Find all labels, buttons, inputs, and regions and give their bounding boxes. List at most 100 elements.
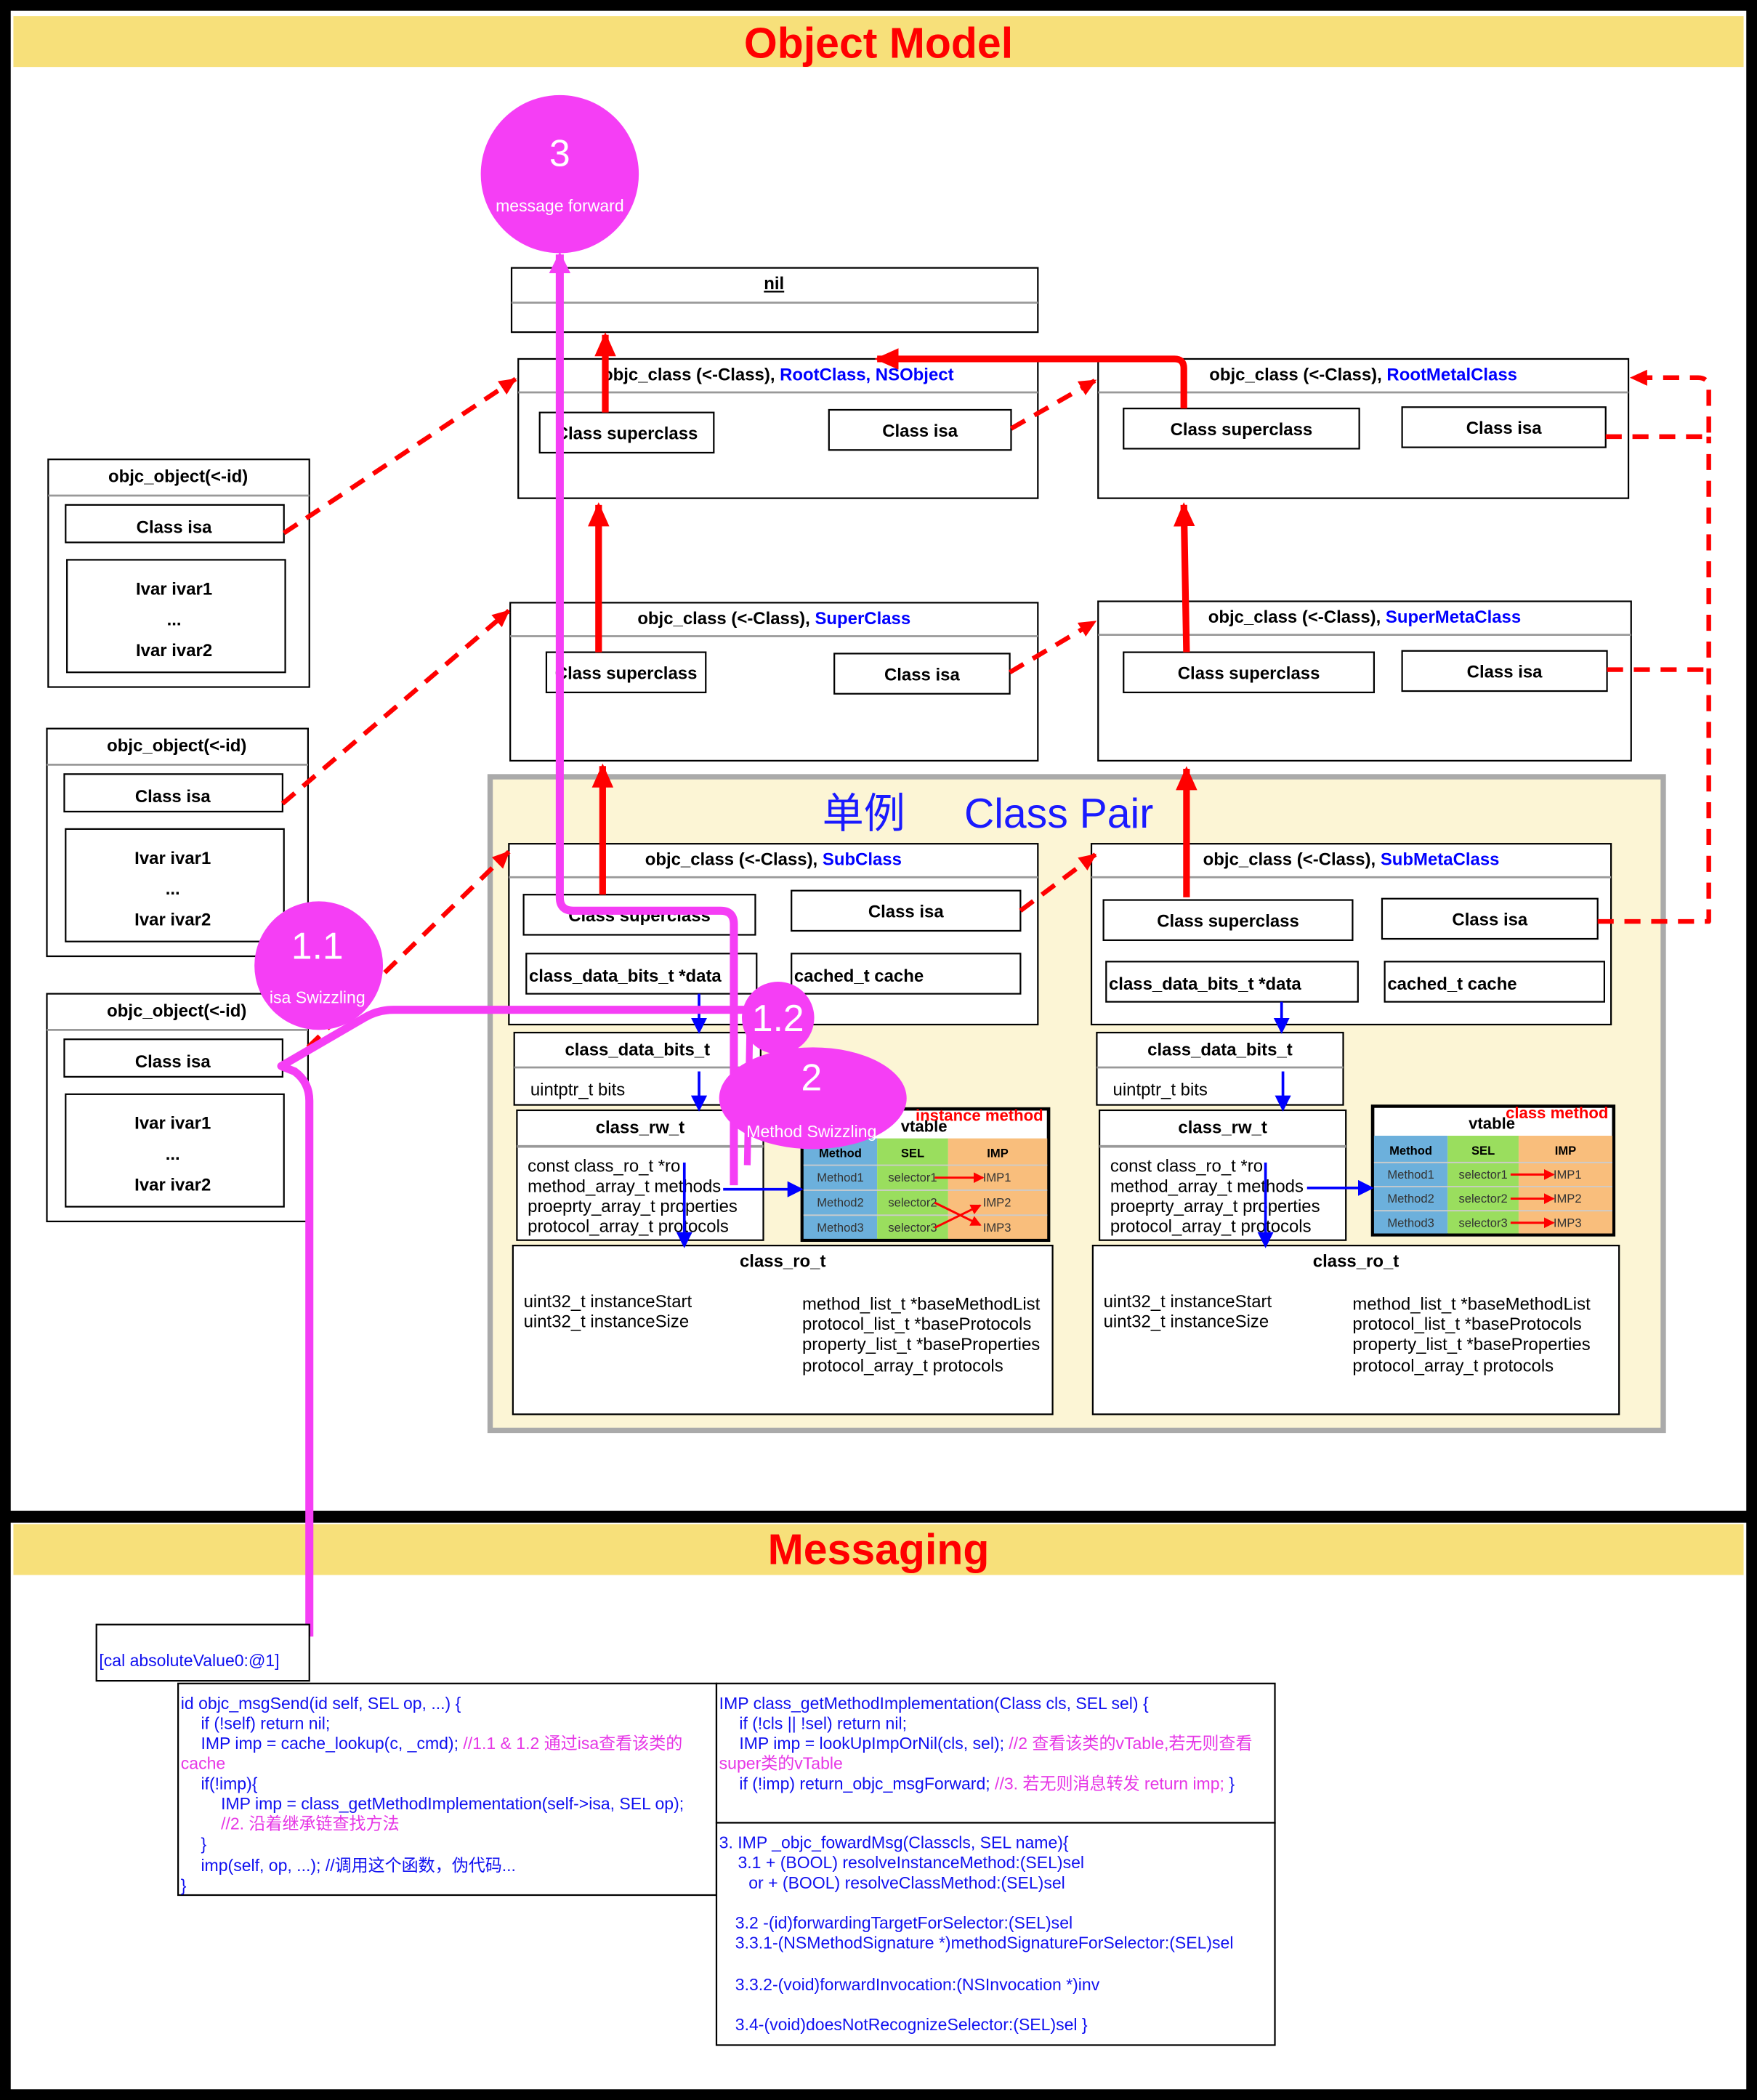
code-line: 3.3.1-(NSMethodSignature *)methodSignatu…: [735, 1934, 1234, 1952]
class-name: RootClass, NSObject: [780, 365, 953, 384]
ro-field: uint32_t instanceStart: [524, 1292, 692, 1312]
class-name: RootMetalClass: [1386, 365, 1517, 384]
ro-field: property_list_t *baseProperties: [1352, 1335, 1590, 1354]
class-isa-label: Class isa: [1452, 910, 1527, 930]
rw-field: protocol_array_t protocols: [528, 1217, 729, 1237]
vtable-cell: selector3: [1458, 1216, 1507, 1229]
nil-title: nil: [764, 274, 784, 294]
rw-field: method_array_t methods: [528, 1176, 721, 1196]
ivar-label: Ivar ivar1: [134, 849, 211, 868]
objc-object-title: objc_object(<-id): [108, 467, 248, 487]
class-superclass-label: Class superclass: [556, 424, 698, 444]
code-line: 3.3.2-(void)forwardInvocation:(NSInvocat…: [735, 1975, 1100, 1994]
code-line: if (!cls || !sel) return nil;: [739, 1713, 907, 1732]
code-comment: super类的vTable: [719, 1754, 843, 1773]
code-comment: //3. 若无则消息转发 return imp;: [995, 1774, 1224, 1793]
class-isa-label: Class isa: [868, 902, 944, 922]
code-line: if(!imp){: [201, 1774, 257, 1793]
code-line: }: [181, 1875, 187, 1894]
code-text: id objc_msgSend(id self, SEL op, ...) {: [181, 1694, 461, 1713]
superclass-arrow: [1173, 502, 1195, 653]
code-text: 3.4-(void)doesNotRecognizeSelector:(SEL)…: [735, 2015, 1088, 2034]
code-line: IMP imp = class_getMethodImplementation(…: [221, 1794, 684, 1813]
class-isa-label: Class isa: [137, 518, 212, 538]
vtable-cell: Method3: [1387, 1216, 1434, 1229]
class-cache-label: cached_t cache: [1387, 974, 1516, 994]
class-header-prefix: objc_class (<-Class),: [602, 365, 780, 384]
class-cache-label: cached_t cache: [794, 966, 924, 986]
vtable-cell: Method1: [1387, 1168, 1434, 1182]
class-header-prefix: objc_class (<-Class),: [1208, 607, 1386, 627]
code-text: IMP imp = cache_lookup(c, _cmd);: [201, 1734, 463, 1753]
class-isa-label: Class isa: [1466, 419, 1542, 438]
rw-field: const class_ro_t *ro: [1110, 1157, 1263, 1176]
code-comment: //2. 沿着继承链查找方法: [221, 1814, 400, 1833]
code-text: IMP imp = class_getMethodImplementation(…: [221, 1794, 684, 1813]
messaging-title: Messaging: [768, 1527, 990, 1574]
class-isa-label: Class isa: [882, 421, 958, 441]
ro-field: protocol_list_t *baseProtocols: [802, 1314, 1031, 1334]
code-text: if(!imp){: [201, 1774, 257, 1793]
vtable-column-header: IMP: [1555, 1144, 1576, 1158]
code-line: super类的vTable: [719, 1754, 843, 1773]
ivar-label: Ivar ivar2: [134, 910, 211, 930]
class-isa-label: Class isa: [135, 787, 211, 807]
vtable-cell: Method2: [817, 1196, 864, 1210]
vtable-cell: IMP2: [983, 1196, 1011, 1210]
vtable-cell: selector3: [888, 1221, 937, 1235]
rw-field: proeprty_array_t properties: [528, 1197, 738, 1216]
ro-field: method_list_t *baseMethodList: [802, 1295, 1041, 1314]
code-text: IMP imp = lookUpImpOrNil(cls, sel);: [739, 1734, 1009, 1753]
class-header-prefix: objc_class (<-Class),: [1203, 850, 1381, 870]
class-name: SuperClass: [815, 609, 910, 629]
class-name: SuperMetaClass: [1386, 607, 1521, 627]
class-header-prefix: objc_class (<-Class),: [637, 609, 815, 629]
ro-field: uint32_t instanceStart: [1104, 1292, 1272, 1312]
vtable-cell: IMP1: [1554, 1168, 1582, 1182]
data-bits-title: class_data_bits_t: [1147, 1040, 1293, 1059]
objc-object-title: objc_object(<-id): [107, 736, 246, 756]
rw-title: class_rw_t: [1178, 1118, 1267, 1137]
code-text: 3.1 + (BOOL) resolveInstanceMethod:(SEL)…: [738, 1853, 1084, 1872]
code-line: 3. IMP _objc_fowardMsg(Classcls, SEL nam…: [719, 1833, 1069, 1851]
class-data-label: class_data_bits_t *data: [1109, 974, 1301, 994]
code-comment: //1.1 & 1.2 通过isa查看该类的: [463, 1734, 682, 1753]
class-name: SubMetaClass: [1381, 850, 1500, 870]
data-bits-field: uintptr_t bits: [530, 1081, 625, 1100]
class-superclass-label: Class superclass: [1157, 911, 1299, 931]
class-isa-label: Class isa: [884, 665, 960, 684]
rw-field: protocol_array_t protocols: [1110, 1217, 1312, 1237]
vtable-column-header: SEL: [901, 1146, 924, 1160]
circle-number: 1.1: [291, 925, 344, 967]
code-line: or + (BOOL) resolveClassMethod:(SEL)sel: [748, 1873, 1065, 1892]
vtable-cell: selector2: [1458, 1192, 1507, 1206]
code-text: if (!self) return nil;: [201, 1713, 330, 1732]
class-pair-label: Class Pair: [964, 791, 1153, 837]
class-name: SubClass: [823, 850, 902, 870]
class-header-prefix: objc_class (<-Class),: [1209, 365, 1386, 384]
code-text: 3. IMP _objc_fowardMsg(Classcls, SEL nam…: [719, 1833, 1069, 1851]
vtable-column-header: IMP: [987, 1146, 1008, 1160]
code-line: IMP imp = cache_lookup(c, _cmd); //1.1 &…: [201, 1734, 682, 1753]
ivar-label: ...: [167, 610, 182, 630]
object-model-diagram: Object Model Messaging 单例 Class Pair nil objc…: [10, 10, 1747, 2090]
class-header-prefix: objc_class (<-Class),: [645, 850, 823, 870]
class-isa-label: Class isa: [1467, 663, 1543, 682]
class-isa-label: Class isa: [135, 1052, 211, 1072]
class-header: objc_class (<-Class), RootClass, NSObjec…: [602, 365, 954, 384]
code-line: IMP class_getMethodImplementation(Class …: [719, 1694, 1149, 1713]
code-text: 3.3.2-(void)forwardInvocation:(NSInvocat…: [735, 1975, 1100, 1994]
class-data-label: class_data_bits_t *data: [529, 966, 722, 986]
code-line: if (!imp) return_objc_msgForward; //3. 若…: [739, 1774, 1235, 1793]
ro-field: property_list_t *baseProperties: [802, 1335, 1040, 1354]
data-bits-title: class_data_bits_t: [565, 1040, 710, 1059]
object-model-title: Object Model: [744, 20, 1013, 67]
class-superclass-label: Class superclass: [1171, 420, 1313, 440]
code-text: 3.2 -(id)forwardingTargetForSelector:(SE…: [735, 1913, 1073, 1932]
circle-label: Method Swizzling: [746, 1122, 876, 1141]
circle-label: isa Swizzling: [270, 988, 365, 1006]
ro-title: class_ro_t: [740, 1252, 825, 1272]
ivar-label: Ivar ivar2: [134, 1176, 211, 1195]
ivar-label: Ivar ivar2: [136, 641, 212, 661]
circle-label: message forward: [496, 196, 624, 215]
